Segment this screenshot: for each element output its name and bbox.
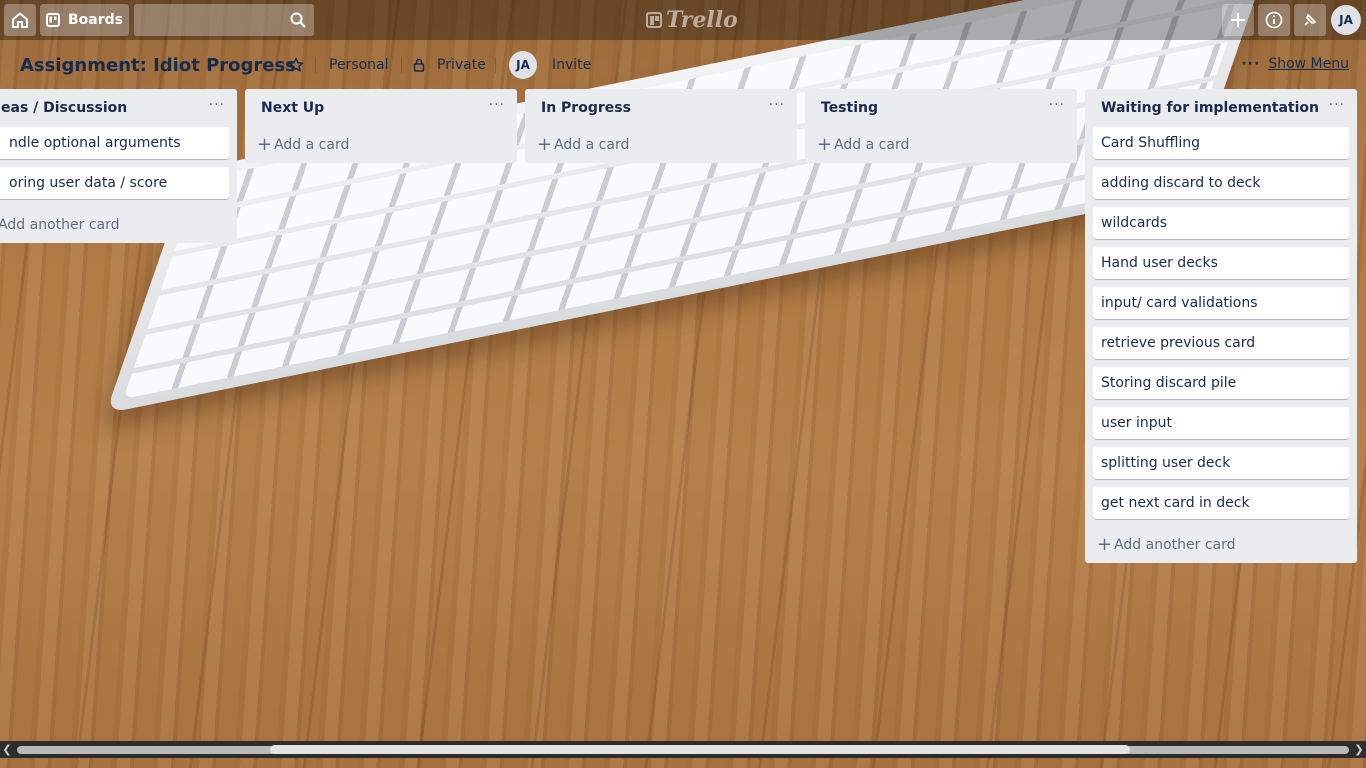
team-button[interactable]: Personal [329, 52, 389, 78]
list-menu-icon[interactable]: ··· [769, 97, 785, 113]
list-card[interactable]: wildcards [1093, 207, 1349, 239]
list-card[interactable]: user input [1093, 407, 1349, 439]
add-card-button[interactable]: + Add a card [805, 127, 1077, 163]
add-card-button[interactable]: + Add a card [525, 127, 797, 163]
trello-logo[interactable]: Trello [646, 7, 738, 33]
list-card[interactable]: adding discard to deck [1093, 167, 1349, 199]
add-card-button[interactable]: + Add another card [1085, 527, 1357, 563]
list-in-progress[interactable]: In Progress ··· + Add a card [525, 89, 797, 163]
add-card-label: Add a card [834, 137, 910, 153]
list-menu-icon[interactable]: ··· [489, 97, 505, 113]
list-card[interactable]: Storing discard pile [1093, 367, 1349, 399]
add-card-label: Add another card [1114, 537, 1236, 553]
visibility-button[interactable]: Private [413, 52, 486, 78]
plus-icon: + [1097, 534, 1113, 555]
add-card-button[interactable]: + Add another card [0, 207, 237, 243]
invite-button[interactable]: Invite [552, 52, 591, 78]
board-title[interactable]: Assignment: Idiot Progress [20, 55, 296, 76]
list-card[interactable]: splitting user deck [1093, 447, 1349, 479]
boards-button[interactable]: Boards [40, 4, 129, 36]
scroll-left-icon[interactable]: ❮ [0, 741, 14, 758]
divider [495, 57, 496, 73]
notifications-button[interactable] [1294, 4, 1326, 36]
notification-icon [1304, 14, 1316, 26]
member-avatar[interactable]: JA [509, 51, 537, 79]
list-card[interactable]: oring user data / score [0, 167, 229, 199]
list-header: eas / Discussion ··· [0, 89, 237, 127]
list-header: Next Up ··· [245, 89, 517, 127]
list-card[interactable]: Card Shuffling [1093, 127, 1349, 159]
logo-text: Trello [666, 7, 738, 33]
list-ideas-discussion[interactable]: eas / Discussion ··· ndle optional argum… [0, 89, 237, 243]
list-title[interactable]: Testing [821, 100, 878, 116]
add-card-label: Add a card [554, 137, 630, 153]
list-card[interactable]: ndle optional arguments [0, 127, 229, 159]
plus-icon [1231, 13, 1245, 27]
create-button[interactable] [1222, 4, 1254, 36]
plus-icon: + [817, 134, 833, 155]
invite-label: Invite [552, 57, 592, 73]
list-header: Waiting for implementation ··· [1085, 89, 1357, 127]
search-icon [290, 12, 306, 28]
list-card[interactable]: get next card in deck [1093, 487, 1349, 519]
add-card-label: Add a card [274, 137, 350, 153]
list-next-up[interactable]: Next Up ··· + Add a card [245, 89, 517, 163]
user-avatar[interactable]: JA [1331, 5, 1361, 35]
plus-icon: + [257, 134, 273, 155]
horizontal-scrollbar[interactable]: ❮ ❯ [0, 741, 1366, 758]
divider [401, 57, 402, 73]
list-header: In Progress ··· [525, 89, 797, 127]
trello-logo-icon [646, 12, 662, 28]
show-menu-button[interactable]: ··· Show Menu [1241, 56, 1349, 72]
search-input[interactable] [134, 4, 314, 36]
more-icon: ··· [1241, 56, 1261, 72]
list-testing[interactable]: Testing ··· + Add a card [805, 89, 1077, 163]
show-menu-label: Show Menu [1268, 56, 1349, 72]
list-header: Testing ··· [805, 89, 1077, 127]
team-label: Personal [329, 57, 389, 73]
list-waiting-for-implementation[interactable]: Waiting for implementation ··· Card Shuf… [1085, 89, 1357, 563]
plus-icon: + [537, 134, 553, 155]
scroll-right-icon[interactable]: ❯ [1352, 741, 1366, 758]
boards-icon [46, 13, 60, 27]
info-button[interactable] [1258, 4, 1290, 36]
list-title[interactable]: eas / Discussion [1, 100, 127, 116]
list-card[interactable]: retrieve previous card [1093, 327, 1349, 359]
info-icon [1265, 11, 1283, 29]
add-card-button[interactable]: + Add a card [245, 127, 517, 163]
add-card-label: Add another card [0, 217, 120, 233]
scrollbar-thumb[interactable] [270, 745, 1130, 754]
home-button[interactable] [4, 4, 36, 36]
divider [315, 57, 316, 73]
list-card[interactable]: input/ card validations [1093, 287, 1349, 319]
star-icon [288, 57, 304, 72]
lock-icon [413, 58, 425, 72]
list-menu-icon[interactable]: ··· [1329, 97, 1345, 113]
home-icon [12, 12, 28, 28]
list-menu-icon[interactable]: ··· [209, 97, 225, 113]
list-menu-icon[interactable]: ··· [1049, 97, 1065, 113]
list-title[interactable]: Waiting for implementation [1101, 100, 1319, 116]
boards-label: Boards [68, 12, 123, 28]
list-title[interactable]: In Progress [541, 100, 631, 116]
list-title[interactable]: Next Up [261, 100, 324, 116]
star-button[interactable] [288, 52, 304, 78]
member-initials: JA [516, 58, 530, 72]
visibility-label: Private [437, 57, 486, 73]
list-card[interactable]: Hand user decks [1093, 247, 1349, 279]
top-header: Boards Trello JA [0, 0, 1366, 40]
